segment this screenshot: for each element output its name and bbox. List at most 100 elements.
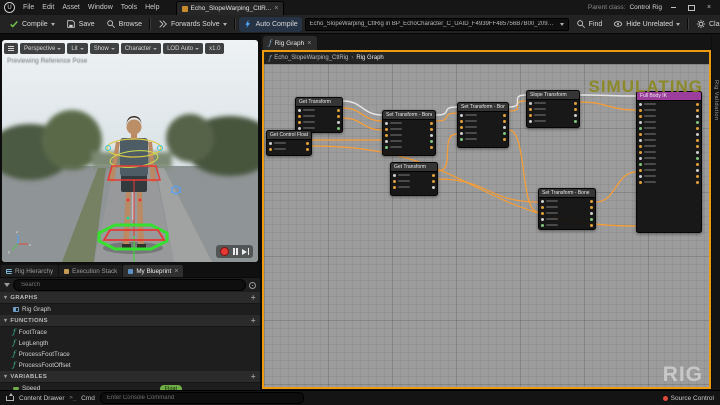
input-pin[interactable] <box>529 114 532 117</box>
output-pin[interactable] <box>696 103 699 106</box>
unreal-logo-icon[interactable]: U <box>4 2 15 13</box>
menu-asset[interactable]: Asset <box>58 4 84 11</box>
output-pin[interactable] <box>503 126 506 129</box>
output-pin[interactable] <box>337 127 340 130</box>
output-pin[interactable] <box>503 138 506 141</box>
list-item[interactable]: ƒLegLength <box>0 338 260 349</box>
graph-node[interactable]: Set Transform - Bone <box>382 110 436 156</box>
input-pin[interactable] <box>298 121 301 124</box>
output-pin[interactable] <box>432 186 435 189</box>
graph-node[interactable]: Set Transform - Bone <box>538 188 596 230</box>
menu-edit[interactable]: Edit <box>38 4 58 11</box>
output-pin[interactable] <box>696 169 699 172</box>
graph-node[interactable]: Slope Transform <box>526 90 580 128</box>
graph-node[interactable]: Get Transform <box>390 162 438 196</box>
input-pin[interactable] <box>393 180 396 183</box>
breadcrumb-current[interactable]: Rig Graph <box>356 55 383 61</box>
output-pin[interactable] <box>430 134 433 137</box>
playback-speed-button[interactable]: x1.0 <box>205 43 224 54</box>
output-pin[interactable] <box>590 200 593 203</box>
section-header-variables[interactable]: ▾VARIABLES+ <box>0 371 260 383</box>
graph-canvas[interactable]: Get TransformGet Control FloatSet Transf… <box>264 64 709 387</box>
character-button[interactable]: Character <box>121 43 161 54</box>
output-pin[interactable] <box>696 115 699 118</box>
output-pin[interactable] <box>430 146 433 149</box>
input-pin[interactable] <box>541 218 544 221</box>
save-button[interactable]: Save <box>62 17 99 32</box>
output-pin[interactable] <box>430 122 433 125</box>
graph-node[interactable]: Full Body IK <box>636 91 702 233</box>
pause-button[interactable] <box>233 248 238 255</box>
menu-tools[interactable]: Tools <box>117 4 141 11</box>
input-pin[interactable] <box>529 102 532 105</box>
filter-icon[interactable] <box>4 283 10 287</box>
source-control-button[interactable]: Source Control <box>671 395 714 402</box>
show-button[interactable]: Show <box>90 43 119 54</box>
list-item[interactable]: ƒProcessFootTrace <box>0 349 260 360</box>
gear-icon[interactable] <box>249 282 256 289</box>
lod-button[interactable]: LOD Auto <box>163 43 203 54</box>
input-pin[interactable] <box>298 115 301 118</box>
console-command-input[interactable] <box>100 392 304 404</box>
list-item[interactable]: Rig Graph <box>0 304 260 315</box>
input-pin[interactable] <box>541 200 544 203</box>
asset-document-tab[interactable]: Echo_SlopeWarping_CtlR... × <box>176 1 285 15</box>
input-pin[interactable] <box>541 224 544 227</box>
output-pin[interactable] <box>337 115 340 118</box>
output-pin[interactable] <box>574 120 577 123</box>
input-pin[interactable] <box>639 175 642 178</box>
output-pin[interactable] <box>696 145 699 148</box>
output-pin[interactable] <box>574 102 577 105</box>
input-pin[interactable] <box>385 122 388 125</box>
parent-class-value[interactable]: Control Rig <box>629 4 662 11</box>
output-pin[interactable] <box>696 175 699 178</box>
close-icon[interactable]: × <box>307 40 311 47</box>
input-pin[interactable] <box>541 212 544 215</box>
input-pin[interactable] <box>529 120 532 123</box>
input-pin[interactable] <box>393 186 396 189</box>
input-pin[interactable] <box>460 114 463 117</box>
input-pin[interactable] <box>460 120 463 123</box>
maximize-button[interactable] <box>684 2 698 13</box>
record-button[interactable] <box>220 247 229 256</box>
debug-object-selector[interactable]: Echo_SlopeWarping_CtlRig in BP_EchoChara… <box>305 18 569 31</box>
graph-node[interactable]: Get Transform <box>295 97 343 133</box>
output-pin[interactable] <box>503 114 506 117</box>
content-drawer-button[interactable]: Content Drawer <box>19 395 65 402</box>
input-pin[interactable] <box>639 163 642 166</box>
input-pin[interactable] <box>639 139 642 142</box>
close-button[interactable]: × <box>702 2 716 13</box>
input-pin[interactable] <box>269 148 272 151</box>
output-pin[interactable] <box>590 218 593 221</box>
cmd-label[interactable]: Cmd <box>81 395 95 402</box>
input-pin[interactable] <box>639 133 642 136</box>
input-pin[interactable] <box>639 151 642 154</box>
output-pin[interactable] <box>696 109 699 112</box>
output-pin[interactable] <box>430 128 433 131</box>
compile-button[interactable]: Compile <box>5 17 59 32</box>
forwards-solve-button[interactable]: Forwards Solve <box>154 17 231 32</box>
list-item[interactable]: ƒProcessFootOffset <box>0 360 260 371</box>
output-pin[interactable] <box>432 174 435 177</box>
output-pin[interactable] <box>696 181 699 184</box>
menu-file[interactable]: File <box>19 4 38 11</box>
tab-my-blueprint[interactable]: My Blueprint× <box>123 265 183 277</box>
output-pin[interactable] <box>696 121 699 124</box>
input-pin[interactable] <box>639 181 642 184</box>
add-icon[interactable]: + <box>251 373 256 381</box>
rig-graph-editor[interactable]: ƒ Echo_SlopeWarping_CtlRig › Rig Graph G… <box>262 50 711 389</box>
graph-node[interactable]: Set Transform - Bone <box>457 102 509 148</box>
input-pin[interactable] <box>639 103 642 106</box>
close-icon[interactable]: × <box>274 5 278 12</box>
output-pin[interactable] <box>574 114 577 117</box>
auto-compile-button[interactable]: Auto Compile <box>239 17 302 32</box>
output-pin[interactable] <box>337 121 340 124</box>
input-pin[interactable] <box>639 145 642 148</box>
output-pin[interactable] <box>696 163 699 166</box>
input-pin[interactable] <box>393 174 396 177</box>
output-pin[interactable] <box>696 133 699 136</box>
breadcrumb-root[interactable]: Echo_SlopeWarping_CtlRig <box>274 55 348 61</box>
menu-help[interactable]: Help <box>141 4 163 11</box>
output-pin[interactable] <box>306 142 309 145</box>
output-pin[interactable] <box>430 140 433 143</box>
